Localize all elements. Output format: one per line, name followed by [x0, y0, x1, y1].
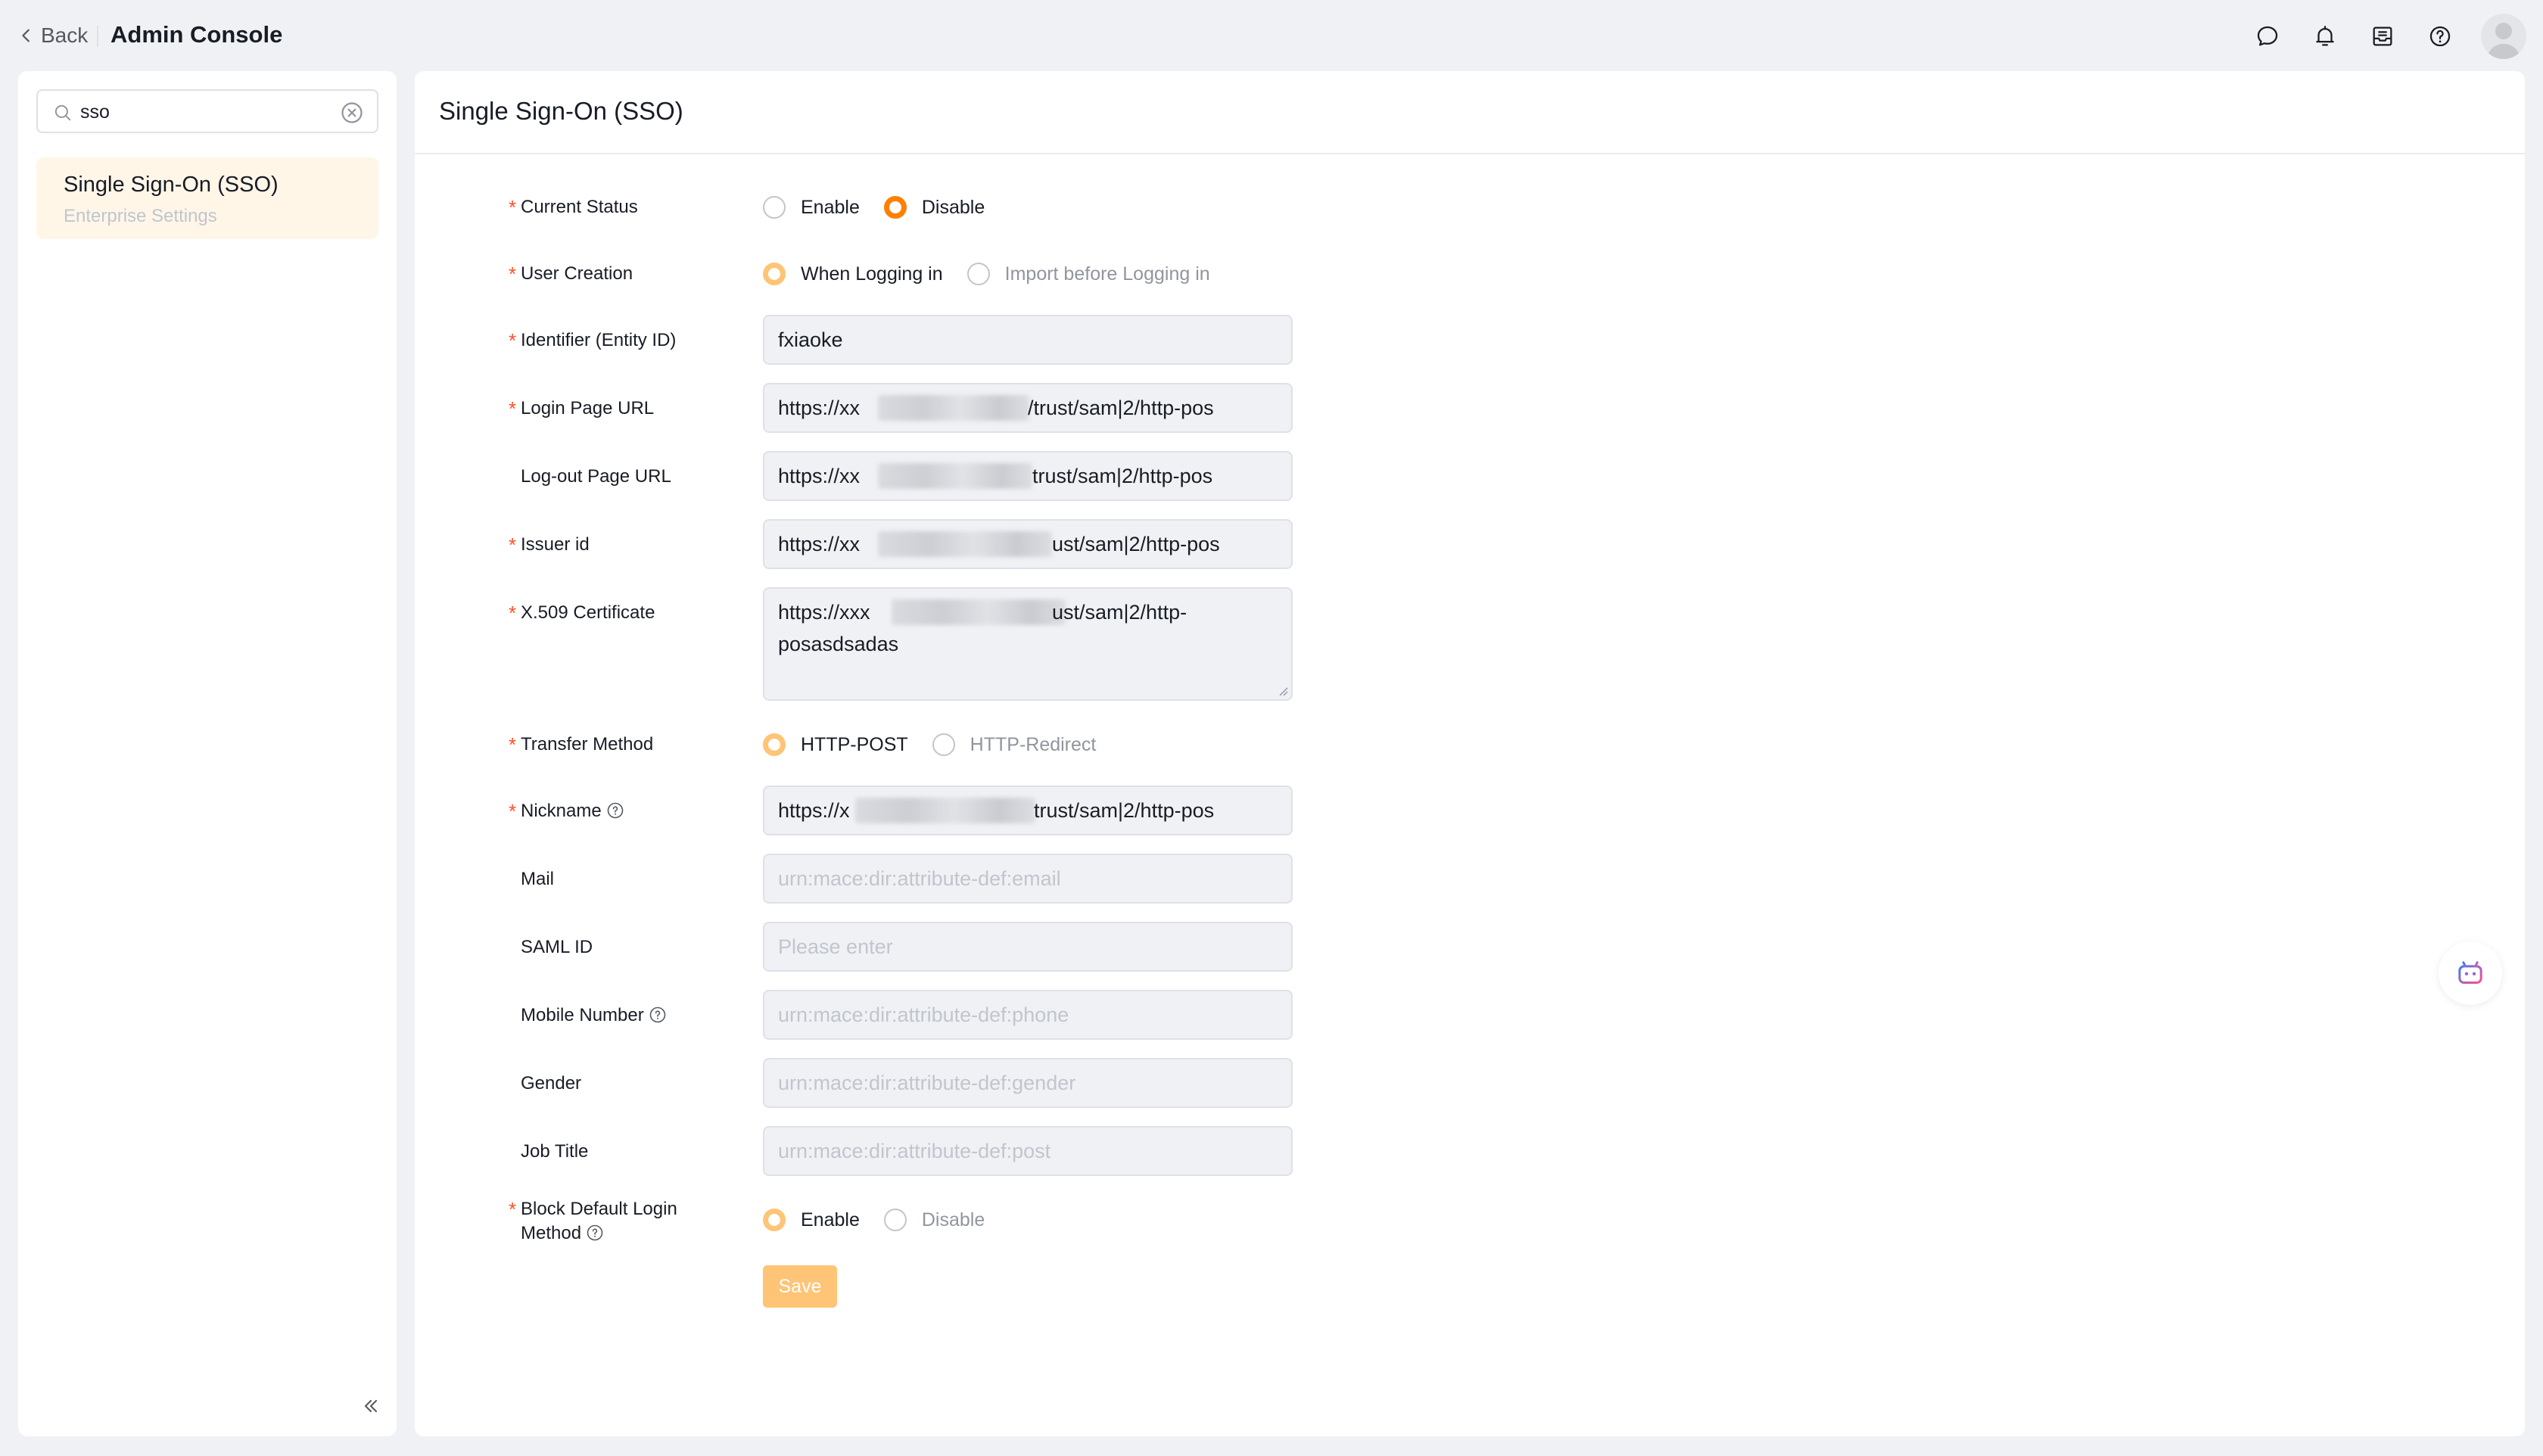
login-url-input[interactable]: https://xx /trust/sam|2/http-pos [763, 383, 1293, 433]
required-mark: * [509, 329, 517, 352]
question-icon[interactable] [586, 1224, 604, 1242]
required-mark: * [509, 397, 517, 420]
label-login-url: Login Page URL [521, 398, 655, 418]
radio-status-enable[interactable]: Enable [763, 196, 860, 219]
sidebar-item-sso[interactable]: Single Sign-On (SSO) Enterprise Settings [36, 157, 378, 239]
clear-icon[interactable] [341, 101, 363, 124]
help-icon[interactable] [2425, 21, 2455, 51]
nickname-input[interactable]: https://x trust/sam|2/http-pos [763, 786, 1293, 835]
radio-when-logging-in[interactable]: When Logging in [763, 263, 943, 285]
gender-input[interactable]: urn:mace:dir:attribute-def:gender [763, 1058, 1293, 1108]
search-icon [54, 104, 71, 121]
inbox-icon[interactable] [2367, 21, 2398, 51]
required-mark: * [509, 196, 517, 219]
assistant-button[interactable] [2439, 941, 2502, 1005]
label-entity-id: Identifier (Entity ID) [521, 330, 677, 350]
radio-circle-selected [763, 733, 786, 756]
resize-handle-icon[interactable] [1276, 684, 1288, 696]
required-mark: * [509, 602, 517, 624]
save-button[interactable]: Save [763, 1265, 837, 1308]
label-current-status: Current Status [521, 197, 638, 217]
certificate-textarea[interactable]: https://xxx ust/sam|2/http- posasdsadas [763, 587, 1293, 701]
question-icon[interactable] [649, 1006, 667, 1024]
label-saml-id: SAML ID [521, 937, 593, 957]
label-logout-url: Log-out Page URL [521, 466, 671, 487]
redacted-blur [878, 531, 1052, 557]
robot-icon [2458, 961, 2482, 984]
current-status-radio-group: Enable Disable [763, 192, 1009, 222]
sidebar-item-title: Single Sign-On (SSO) [64, 173, 279, 197]
required-mark: * [509, 733, 517, 756]
chat-icon[interactable] [2252, 21, 2283, 51]
label-nickname: Nickname [521, 799, 624, 823]
main-panel: Single Sign-On (SSO) * Current Status En… [415, 71, 2525, 1436]
sidebar: Single Sign-On (SSO) Enterprise Settings [18, 71, 397, 1436]
redacted-blur [878, 463, 1032, 489]
radio-circle-selected [763, 1209, 786, 1231]
header-divider [97, 26, 98, 47]
issuer-id-input[interactable]: https://xx ust/sam|2/http-pos [763, 519, 1293, 569]
radio-http-redirect[interactable]: HTTP-Redirect [932, 733, 1096, 756]
saml-id-input[interactable]: Please enter [763, 922, 1293, 972]
label-transfer-method: Transfer Method [521, 734, 654, 754]
label-block-default: Block Default Login Method [521, 1199, 677, 1243]
block-default-radio-group: Enable Disable [763, 1205, 1009, 1235]
label-gender: Gender [521, 1073, 582, 1094]
radio-circle [883, 1209, 907, 1231]
title-divider [415, 153, 2525, 154]
mail-input[interactable]: urn:mace:dir:attribute-def:email [763, 854, 1293, 904]
collapse-sidebar-icon[interactable] [360, 1395, 381, 1417]
radio-http-post[interactable]: HTTP-POST [763, 733, 908, 756]
radio-import-before[interactable]: Import before Logging in [966, 263, 1210, 285]
sidebar-search [36, 89, 378, 133]
page-title: Single Sign-On (SSO) [439, 97, 683, 125]
mobile-input[interactable]: urn:mace:dir:attribute-def:phone [763, 990, 1293, 1040]
search-input[interactable] [80, 98, 330, 126]
radio-circle [763, 196, 786, 219]
bell-icon[interactable] [2310, 21, 2340, 51]
label-issuer-id: Issuer id [521, 534, 590, 555]
label-certificate: X.509 Certificate [521, 602, 655, 623]
radio-block-enable[interactable]: Enable [763, 1209, 860, 1231]
radio-circle-selected [763, 263, 786, 285]
required-mark: * [509, 534, 517, 556]
label-user-creation: User Creation [521, 263, 633, 284]
radio-circle [932, 733, 955, 756]
label-job-title: Job Title [521, 1141, 589, 1162]
radio-status-disable[interactable]: Disable [883, 196, 985, 219]
sidebar-item-subtitle: Enterprise Settings [64, 206, 217, 226]
user-creation-radio-group: When Logging in Import before Logging in [763, 259, 1234, 289]
top-bar: Back Admin Console [0, 0, 2543, 71]
back-button[interactable]: Back [18, 20, 88, 51]
radio-circle-selected [883, 196, 907, 219]
back-label: Back [41, 23, 89, 47]
label-mail: Mail [521, 869, 555, 889]
redacted-blur [878, 395, 1029, 421]
required-mark: * [509, 1198, 517, 1221]
transfer-method-radio-group: HTTP-POST HTTP-Redirect [763, 730, 1120, 760]
job-title-input[interactable]: urn:mace:dir:attribute-def:post [763, 1126, 1293, 1176]
chevron-left-icon [22, 29, 30, 42]
avatar[interactable] [2481, 14, 2526, 59]
redacted-blur [892, 599, 1066, 625]
app-title: Admin Console [110, 21, 283, 48]
required-mark: * [509, 263, 517, 285]
question-icon[interactable] [606, 801, 624, 820]
label-mobile: Mobile Number [521, 1003, 667, 1028]
radio-block-disable[interactable]: Disable [883, 1209, 985, 1231]
redacted-blur [855, 798, 1035, 823]
required-mark: * [509, 800, 517, 823]
logout-url-input[interactable]: https://xx trust/sam|2/http-pos [763, 451, 1293, 501]
entity-id-input[interactable]: fxiaoke [763, 315, 1293, 365]
radio-circle [966, 263, 990, 285]
